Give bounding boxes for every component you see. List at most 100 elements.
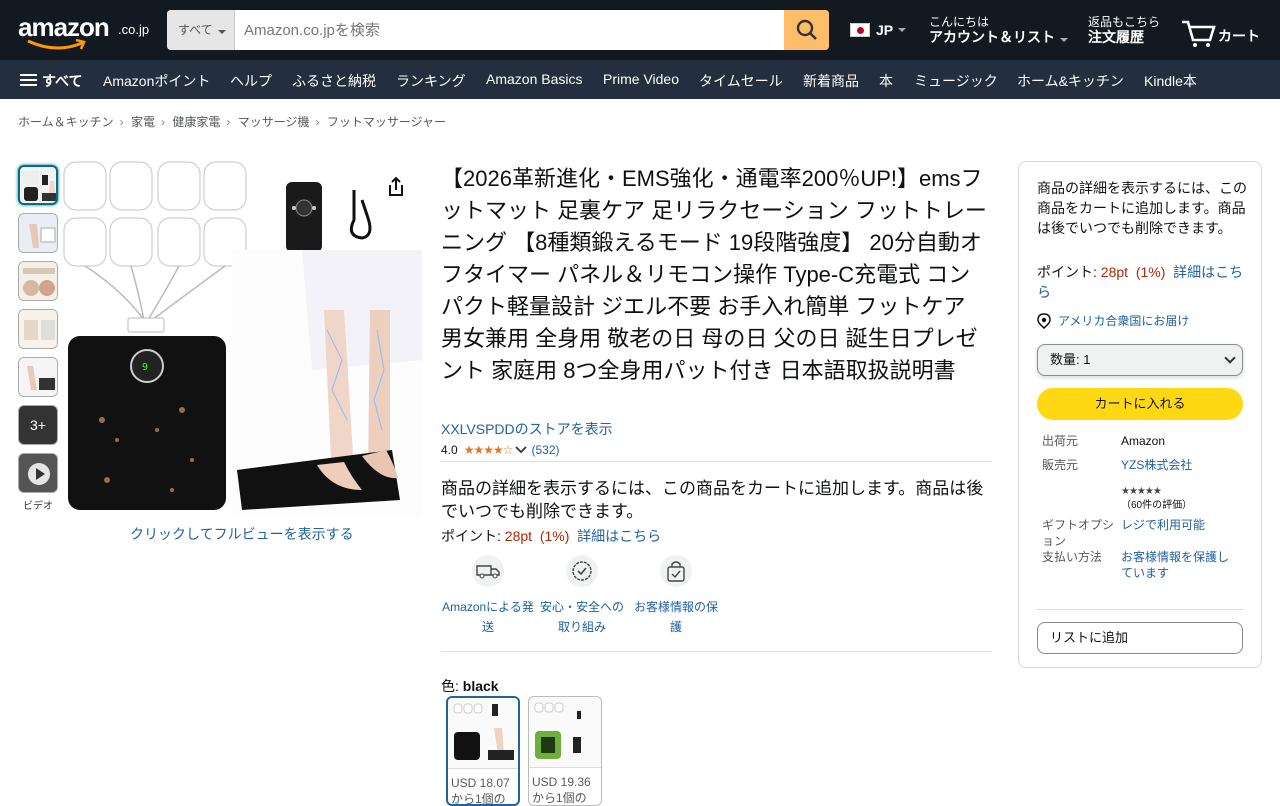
- shipper-label: 出荷元: [1042, 434, 1079, 448]
- quantity-label: 数量: 1: [1050, 352, 1091, 367]
- color-swatch-black[interactable]: USD 18.07 から1個の: [446, 696, 520, 806]
- nav-item-ranking[interactable]: ランキング: [396, 71, 466, 91]
- breadcrumb-item[interactable]: マッサージ機: [238, 115, 310, 129]
- points-percent: (1%): [539, 528, 570, 544]
- seller-rating-count[interactable]: （60件の評価）: [1121, 500, 1192, 511]
- store-link[interactable]: XXLVSPDDのストアを表示: [441, 419, 613, 439]
- orders-link[interactable]: 返品もこちら 注文履歴: [1088, 15, 1160, 45]
- badge-privacy[interactable]: お客様情報の保護: [629, 555, 723, 637]
- account-menu[interactable]: こんにちは アカウント＆リスト: [929, 15, 1068, 45]
- divider: [441, 651, 992, 652]
- breadcrumb-item[interactable]: ホーム＆キッチン: [18, 115, 114, 129]
- video-thumbnail[interactable]: [18, 453, 58, 493]
- breadcrumb-item[interactable]: 家電: [131, 115, 155, 129]
- points-info: ポイント: 28pt (1%) 詳細はこちら: [441, 526, 661, 546]
- nav-item-basics[interactable]: Amazon Basics: [486, 71, 582, 87]
- badge-label: お客様情報の保護: [633, 600, 718, 634]
- search-bar: すべて: [167, 10, 829, 50]
- trust-badges: Amazonによる発送 安心・安全への取り組み お客様情報の保護: [441, 555, 731, 645]
- location-pin-icon: [1037, 312, 1051, 329]
- cart-button[interactable]: カート: [1180, 14, 1260, 48]
- location-label: アメリカ合衆国にお届け: [1058, 314, 1190, 328]
- chevron-down-icon: [217, 30, 226, 34]
- thumbnail-image[interactable]: [18, 309, 58, 349]
- breadcrumb-item[interactable]: フットマッサージャー: [327, 115, 446, 129]
- share-icon[interactable]: [386, 176, 406, 203]
- divider: [441, 461, 992, 462]
- delivery-location[interactable]: アメリカ合衆国にお届け: [1037, 312, 1189, 329]
- rating-value: 4.0: [441, 443, 458, 457]
- search-icon: [796, 19, 817, 40]
- nav-item-books[interactable]: 本: [879, 71, 893, 91]
- account-label: アカウント＆リスト: [929, 29, 1055, 45]
- divider: [1037, 609, 1243, 610]
- nav-item-home-kitchen[interactable]: ホーム&キッチン: [1017, 71, 1124, 91]
- shield-check-icon: [566, 555, 598, 587]
- payment-link[interactable]: お客様情報を保護しています: [1121, 549, 1233, 581]
- nav-item-help[interactable]: ヘルプ: [230, 71, 272, 91]
- review-count-link[interactable]: (532): [531, 443, 559, 457]
- menu-icon[interactable]: [20, 74, 37, 86]
- amazon-logo[interactable]: amazon .co.jp: [18, 12, 153, 52]
- seller-label: 販売元: [1042, 458, 1079, 472]
- nav-item-music[interactable]: ミュージック: [914, 71, 998, 91]
- add-to-cart-button[interactable]: カートに入れる: [1037, 388, 1243, 420]
- thumbnail-image[interactable]: [18, 213, 58, 253]
- chevron-down-icon: [1224, 352, 1236, 364]
- chevron-down-icon[interactable]: [515, 446, 528, 454]
- thumbnail-strip: 3+ ビデオ: [18, 165, 58, 512]
- play-icon: [19, 454, 57, 492]
- buybox-description: 商品の詳細を表示するには、この商品をカートに追加します。商品は後でいつでも削除で…: [1037, 180, 1247, 236]
- color-label: 色:: [441, 678, 463, 694]
- color-swatch-green[interactable]: USD 19.36 から1個の: [528, 696, 602, 806]
- nav-item-timesale[interactable]: タイムセール: [699, 71, 783, 91]
- swatch-sub: から1個の: [532, 791, 587, 805]
- star-rating-icon[interactable]: ★★★★☆: [464, 443, 514, 457]
- category-navbar: すべて Amazonポイント ヘルプ ふるさと納税 ランキング Amazon B…: [0, 60, 1280, 99]
- color-value: black: [462, 678, 499, 694]
- nav-item-furusato[interactable]: ふるさと納税: [292, 71, 376, 91]
- add-to-list-button[interactable]: リストに追加: [1037, 622, 1243, 654]
- points-details-link[interactable]: 詳細はこちら: [577, 528, 661, 544]
- shipper-value: Amazon: [1121, 434, 1166, 448]
- thumbnail-image[interactable]: [18, 357, 58, 397]
- nav-item-prime-video[interactable]: Prime Video: [603, 71, 679, 87]
- chevron-down-icon: [1060, 38, 1068, 42]
- thumbnail-image[interactable]: [18, 261, 58, 301]
- nav-item-kindle[interactable]: Kindle本: [1144, 71, 1197, 91]
- logo-suffix: .co.jp: [118, 22, 150, 37]
- nav-item-new[interactable]: 新着商品: [803, 71, 859, 91]
- swatch-price: USD 18.07: [451, 776, 510, 790]
- more-images-thumbnail[interactable]: 3+: [18, 405, 58, 445]
- search-category-label: すべて: [178, 23, 213, 37]
- language-selector[interactable]: JP: [850, 19, 907, 41]
- points-percent: (1%): [1135, 264, 1166, 280]
- color-selector-label: 色: black: [441, 676, 499, 696]
- points-label: ポイント:: [1037, 264, 1101, 280]
- japan-flag-icon: [850, 23, 870, 37]
- points-value: 28pt: [1100, 264, 1129, 280]
- account-greeting: こんにちは: [929, 15, 990, 29]
- video-label: ビデオ: [23, 501, 53, 512]
- main-product-image[interactable]: 9: [62, 160, 422, 516]
- product-title: 【2026革新進化・EMS強化・通電率200％UP!】emsフットマット 足裏ケ…: [441, 166, 987, 383]
- badge-amazon-shipping[interactable]: Amazonによる発送: [441, 555, 535, 637]
- gift-option-link[interactable]: レジで利用可能: [1121, 517, 1205, 533]
- nav-item-points[interactable]: Amazonポイント: [103, 71, 210, 91]
- lock-bag-icon: [660, 555, 692, 587]
- breadcrumb-item[interactable]: 健康家電: [172, 115, 220, 129]
- nav-all[interactable]: すべて: [42, 71, 82, 91]
- badge-safety[interactable]: 安心・安全への取り組み: [535, 555, 629, 637]
- seller-link[interactable]: YZS株式会社: [1121, 457, 1192, 473]
- search-button[interactable]: [784, 10, 829, 50]
- full-view-link[interactable]: クリックしてフルビューを表示する: [130, 524, 354, 544]
- thumbnail-image[interactable]: [18, 165, 58, 205]
- search-category-select[interactable]: すべて: [167, 10, 235, 50]
- buybox-points: ポイント: 28pt (1%) 詳細はこちら: [1037, 262, 1247, 302]
- quantity-select[interactable]: 数量: 1: [1037, 344, 1243, 376]
- rating-summary: 4.0 ★★★★☆ (532): [441, 443, 560, 457]
- search-input[interactable]: [235, 10, 783, 50]
- truck-icon: [472, 555, 504, 587]
- language-label: JP: [876, 22, 894, 38]
- header: amazon .co.jp すべて JP こんにちは アカウント＆リスト 返品も…: [0, 0, 1280, 60]
